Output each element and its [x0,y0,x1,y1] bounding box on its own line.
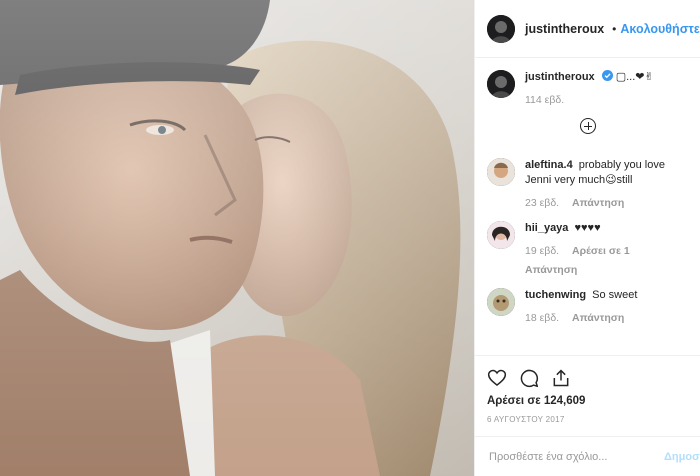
commenter-avatar[interactable] [487,221,515,249]
add-comment-bar: Δημοσίευση [475,436,700,476]
comment-body: tuchenwing So sweet 18 εβδ. Απάντηση [525,288,688,326]
plus-circle-icon[interactable] [579,118,596,134]
avatar-image [487,70,515,98]
comment-username[interactable]: hii_yaya [525,222,568,234]
reply-button[interactable]: Απάντηση [525,263,688,278]
caption-time[interactable]: 114 εβδ. [525,94,564,106]
comment-item: hii_yaya ♥♥♥♥ 19 εβδ. Αρέσει σε 1 Απάντη… [487,221,688,278]
comment-likes[interactable]: Αρέσει σε 1 [572,245,630,257]
avatar-image [487,221,515,249]
caption-meta: 114 εβδ. [525,93,688,108]
caption-username[interactable]: justintheroux [525,71,595,83]
comment-time[interactable]: 18 εβδ. [525,312,559,324]
post-photo[interactable] [0,0,474,476]
comment-meta: 18 εβδ. Απάντηση [525,311,688,326]
caption-avatar[interactable] [487,70,515,98]
header-separator: • [612,21,617,36]
post-comment-button[interactable]: Δημοσίευση [664,451,700,463]
comment-body: aleftina.4 probably you love Jenni very … [525,158,688,211]
caption-text: ▢...❤✌ [615,71,654,83]
comment-item: aleftina.4 probably you love Jenni very … [487,158,688,211]
comment-username[interactable]: aleftina.4 [525,159,573,171]
load-more-comments[interactable] [487,118,688,134]
post-side-panel: justintheroux • Ακολουθήστε justintherou… [474,0,700,476]
comment-username[interactable]: tuchenwing [525,289,586,301]
comment-text: So sweet [592,289,638,301]
post-date[interactable]: 6 ΑΥΓΟΥΣΤΟΥ 2017 [487,415,688,424]
comment-body: hii_yaya ♥♥♥♥ 19 εβδ. Αρέσει σε 1 Απάντη… [525,221,688,278]
commenter-avatar[interactable] [487,288,515,316]
comment-item: tuchenwing So sweet 18 εβδ. Απάντηση [487,288,688,326]
caption: justintheroux ▢...❤✌ 114 εβδ. [487,70,688,108]
follow-button[interactable]: Ακολουθήστε [620,22,699,36]
comment-icon[interactable] [519,368,539,388]
commenter-avatar[interactable] [487,158,515,186]
comment-time[interactable]: 19 εβδ. [525,245,559,257]
avatar-image [487,158,515,186]
author-username[interactable]: justintheroux [525,22,604,36]
comment-meta: 19 εβδ. Αρέσει σε 1 Απάντηση [525,244,688,278]
caption-body: justintheroux ▢...❤✌ 114 εβδ. [525,70,688,108]
comment-time[interactable]: 23 εβδ. [525,197,559,209]
reply-button[interactable]: Απάντηση [572,197,624,209]
avatar-image [487,288,515,316]
action-icons [487,364,688,392]
comment-meta: 23 εβδ. Απάντηση [525,196,688,211]
post-photo-image [0,0,474,476]
post-header: justintheroux • Ακολουθήστε [475,0,700,58]
likes-count[interactable]: Αρέσει σε 124,609 [487,395,688,407]
share-icon[interactable] [551,368,571,388]
comment-text: ♥♥♥♥ [574,222,601,234]
heart-icon[interactable] [487,368,507,388]
instagram-post-frame: justintheroux • Ακολουθήστε justintherou… [0,0,700,476]
verified-badge-icon [601,70,613,81]
comments-list[interactable]: justintheroux ▢...❤✌ 114 εβδ. aleftina.4… [475,58,700,355]
post-actions: Αρέσει σε 124,609 6 ΑΥΓΟΥΣΤΟΥ 2017 Δημοσ… [475,355,700,476]
reply-button[interactable]: Απάντηση [572,312,624,324]
avatar-image [487,14,515,43]
author-avatar[interactable] [487,14,515,43]
comment-input[interactable] [487,449,651,464]
